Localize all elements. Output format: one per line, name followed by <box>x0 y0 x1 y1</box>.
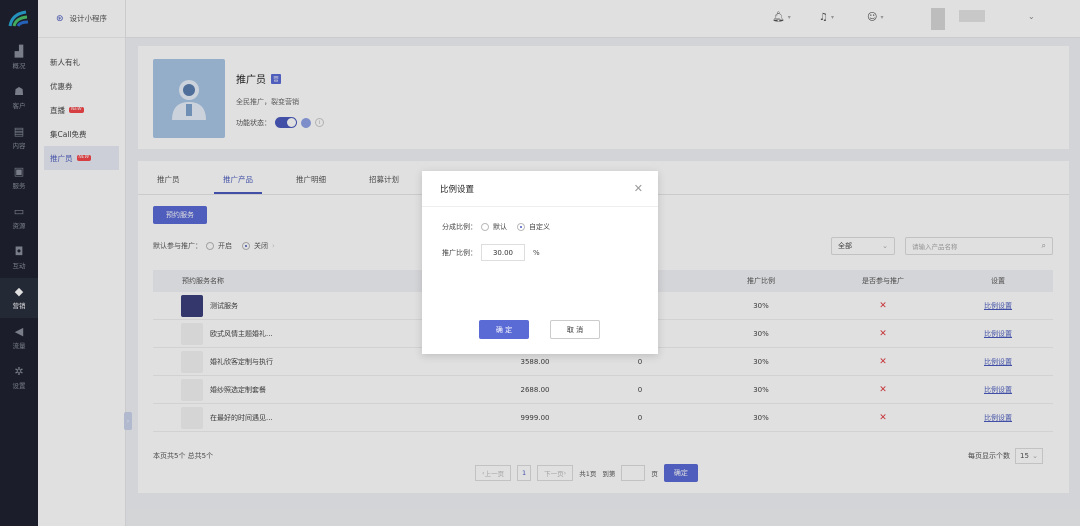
dialog-title: 比例设置 <box>440 184 475 195</box>
cancel-button[interactable]: 取 消 <box>550 320 600 339</box>
confirm-button[interactable]: 确 定 <box>479 320 529 339</box>
radio-custom[interactable] <box>517 223 525 231</box>
promotion-rate-row: 推广比例： 30.00 % <box>442 244 540 261</box>
close-icon[interactable]: ✕ <box>634 182 643 195</box>
promotion-rate-input[interactable]: 30.00 <box>481 244 525 261</box>
rate-setting-dialog: 比例设置 ✕ 分成比例： 默认 自定义 推广比例： 30.00 % 确 定 取 … <box>422 171 658 354</box>
radio-default[interactable] <box>481 223 489 231</box>
split-ratio-row: 分成比例： 默认 自定义 <box>442 223 550 231</box>
